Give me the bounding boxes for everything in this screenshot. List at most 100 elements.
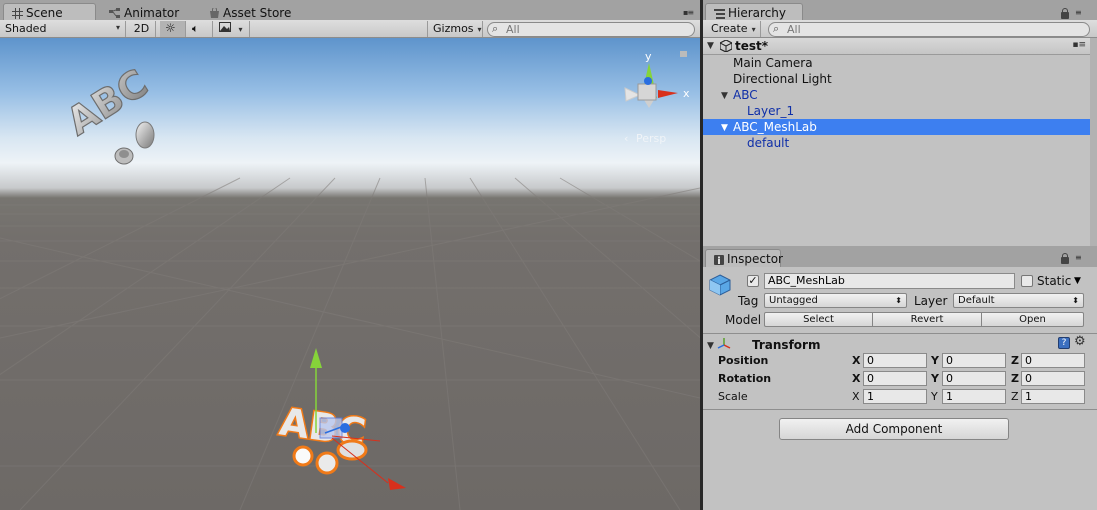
open-label: Open xyxy=(1019,314,1046,325)
object-name-field[interactable]: ABC_MeshLab xyxy=(764,273,1015,289)
tag-label: Tag xyxy=(738,294,759,308)
hierarchy-item-label: default xyxy=(747,136,790,150)
toggle-2d-button[interactable]: 2D xyxy=(128,21,156,37)
shading-mode-dropdown[interactable]: Shaded ▾ xyxy=(0,21,126,37)
position-z-field[interactable]: 0 xyxy=(1021,353,1085,368)
hierarchy-item-default[interactable]: default xyxy=(703,135,1090,151)
hierarchy-item-abc[interactable]: ▼ ABC xyxy=(703,87,1090,103)
position-x-field[interactable]: 0 xyxy=(863,353,927,368)
transform-fold-icon[interactable]: ▼ xyxy=(707,341,714,351)
rotation-y-value: 0 xyxy=(946,372,953,385)
scene-tabbar: Scene Animator Asset Store ▪≡ xyxy=(0,0,700,21)
rotation-y-field[interactable]: 0 xyxy=(942,371,1006,386)
select-label: Select xyxy=(803,314,834,325)
static-checkbox[interactable] xyxy=(1021,275,1033,287)
create-dropdown[interactable]: Create ▾ xyxy=(706,21,761,37)
fold-open-icon[interactable]: ▼ xyxy=(721,88,728,104)
tab-asset-store[interactable]: Asset Store xyxy=(200,3,301,21)
abc-sky-object[interactable]: ABC xyxy=(58,60,156,165)
rotation-y-label: Y xyxy=(931,372,939,385)
abc-meshlab-object[interactable]: ABC xyxy=(275,348,406,490)
fold-open-icon[interactable]: ▼ xyxy=(721,120,728,136)
prefab-cube-icon xyxy=(708,273,732,300)
model-select-button[interactable]: Select xyxy=(764,312,873,327)
scene-viewport[interactable]: ABC ABC y x xyxy=(0,38,700,510)
scale-y-field[interactable]: 1 xyxy=(942,389,1006,404)
rotation-x-field[interactable]: 0 xyxy=(863,371,927,386)
gear-icon[interactable]: ⚙ xyxy=(1074,334,1086,349)
divider xyxy=(703,409,1097,410)
inspector-tabbar: Inspector ≡ xyxy=(703,246,1097,267)
tab-scene[interactable]: Scene xyxy=(3,3,96,21)
inspector-lock-icon[interactable] xyxy=(1061,253,1069,264)
rotation-z-value: 0 xyxy=(1025,372,1032,385)
position-z-value: 0 xyxy=(1025,354,1032,367)
lighting-toggle[interactable]: ☼ xyxy=(160,21,186,37)
layer-dropdown[interactable]: Default ⬍ xyxy=(953,293,1084,308)
tag-value: Untagged xyxy=(769,295,818,306)
chevron-down-icon: ▾ xyxy=(751,25,756,34)
hierarchy-item-abc-meshlab[interactable]: ▼ ABC_MeshLab xyxy=(703,119,1090,135)
scale-z-field[interactable]: 1 xyxy=(1021,389,1085,404)
tab-scene-label: Scene xyxy=(26,6,63,20)
fold-open-icon[interactable]: ▼ xyxy=(707,41,714,51)
hierarchy-item-main-camera[interactable]: Main Camera xyxy=(703,55,1090,71)
scene-panel-menu-icon[interactable]: ▪≡ xyxy=(683,8,694,17)
scene-search-input[interactable]: All xyxy=(487,22,695,37)
updown-icon: ⬍ xyxy=(895,296,902,305)
hierarchy-search-input[interactable]: All xyxy=(768,22,1090,37)
gizmo-y-label: y xyxy=(645,50,652,63)
transform-icon xyxy=(717,337,731,354)
hierarchy-item-label: ABC xyxy=(733,88,758,102)
add-component-button[interactable]: Add Component xyxy=(779,418,1009,440)
model-revert-button[interactable]: Revert xyxy=(872,312,982,327)
speaker-icon: 🔈︎ xyxy=(192,22,199,35)
position-y-field[interactable]: 0 xyxy=(942,353,1006,368)
scene-header-row[interactable]: ▼ test* ▪≡ xyxy=(703,38,1090,55)
static-label: Static xyxy=(1037,274,1072,288)
scene-name: test* xyxy=(735,39,769,53)
help-icon[interactable]: ? xyxy=(1058,337,1070,349)
effects-dropdown[interactable]: ▾ xyxy=(214,21,250,37)
hierarchy-scrollbar[interactable] xyxy=(1090,38,1097,246)
rotation-label: Rotation xyxy=(718,372,772,385)
hierarchy-item-label: Layer_1 xyxy=(747,104,795,118)
active-checkbox[interactable]: ✓ xyxy=(747,275,759,287)
scene-menu-icon[interactable]: ▪≡ xyxy=(1072,40,1086,50)
tab-animator[interactable]: Animator xyxy=(100,3,189,21)
chevron-down-icon: ▾ xyxy=(238,25,243,34)
tab-asset-store-label: Asset Store xyxy=(223,6,292,20)
scene-search-placeholder: All xyxy=(506,23,520,36)
add-component-label: Add Component xyxy=(845,422,943,436)
position-x-value: 0 xyxy=(867,354,874,367)
object-name-value: ABC_MeshLab xyxy=(768,274,845,287)
orientation-gizmo[interactable]: y x Persp ‹ xyxy=(624,50,690,145)
persp-label: Persp xyxy=(636,132,666,145)
gizmos-label: Gizmos xyxy=(433,22,474,35)
rotation-x-value: 0 xyxy=(867,372,874,385)
persp-arrow-icon: ‹ xyxy=(624,132,628,145)
info-icon xyxy=(714,254,724,268)
scale-x-field[interactable]: 1 xyxy=(863,389,927,404)
hierarchy-menu-icon[interactable]: ≡ xyxy=(1075,8,1082,17)
hierarchy-item-directional-light[interactable]: Directional Light xyxy=(703,71,1090,87)
scene-lock-icon[interactable] xyxy=(680,51,687,57)
tab-animator-label: Animator xyxy=(124,6,180,20)
tab-hierarchy[interactable]: Hierarchy xyxy=(705,3,803,21)
rotation-z-field[interactable]: 0 xyxy=(1021,371,1085,386)
gizmos-dropdown[interactable]: Gizmos ▾ xyxy=(427,21,483,37)
static-dropdown-icon[interactable]: ▼ xyxy=(1074,276,1081,286)
model-open-button[interactable]: Open xyxy=(981,312,1084,327)
scale-label: Scale xyxy=(718,390,748,403)
hierarchy-item-label: Main Camera xyxy=(733,56,813,70)
scale-y-value: 1 xyxy=(946,390,953,403)
tag-dropdown[interactable]: Untagged ⬍ xyxy=(764,293,907,308)
image-icon xyxy=(219,22,235,35)
inspector-menu-icon[interactable]: ≡ xyxy=(1075,253,1082,262)
scene-canvas[interactable]: ABC ABC y x xyxy=(0,38,700,510)
hierarchy-lock-icon[interactable] xyxy=(1061,8,1069,19)
hierarchy-item-layer-1[interactable]: Layer_1 xyxy=(703,103,1090,119)
audio-toggle[interactable]: 🔈︎ xyxy=(187,21,213,37)
tab-inspector[interactable]: Inspector xyxy=(705,249,783,268)
unity-scene-icon xyxy=(719,39,733,55)
